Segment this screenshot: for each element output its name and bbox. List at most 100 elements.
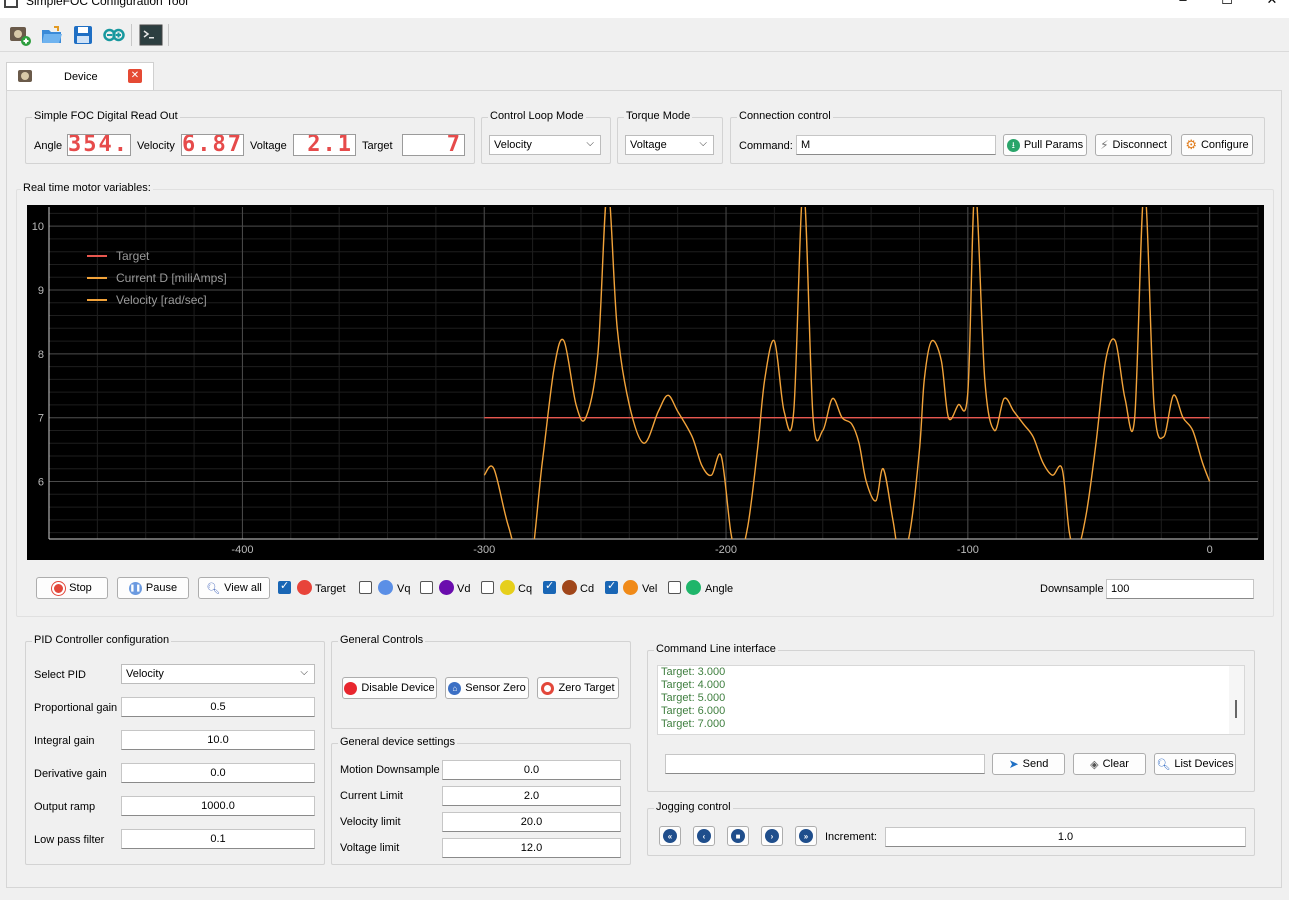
velocity-limit-input[interactable]: 20.0	[442, 812, 621, 832]
chevron-down-icon: ⌵	[300, 667, 308, 678]
save-button[interactable]	[71, 23, 95, 47]
torque-mode-select[interactable]: Voltage ⌵	[625, 135, 714, 155]
list-devices-button[interactable]: 🔍︎ List Devices	[1154, 753, 1236, 775]
jog-fast-forward-button[interactable]: »	[795, 826, 817, 846]
current-limit-input[interactable]: 2.0	[442, 786, 621, 806]
select-pid-dropdown[interactable]: Velocity ⌵	[121, 664, 315, 684]
arduino-button[interactable]	[102, 23, 126, 47]
sensor-zero-label: Sensor Zero	[465, 682, 526, 694]
send-button[interactable]: ➤ Send	[992, 753, 1065, 775]
y-tick-label: 10	[32, 221, 44, 233]
target-label: Target	[362, 140, 393, 152]
title-bar: SimpleFOC Configuration Tool – ☐ ✕	[0, 0, 1289, 18]
vd-signal-label: Vd	[457, 583, 471, 595]
vq-color-dot	[378, 580, 393, 595]
stop-label: Stop	[69, 582, 92, 594]
jog-stop-button[interactable]: ■	[727, 826, 749, 846]
select-pid-label: Select PID	[34, 669, 86, 681]
realtime-plot[interactable]: -400 -300 -200 -100 0 10 9 8 7 6 Target Current D […	[27, 205, 1264, 560]
velocity-display: 6.874	[181, 134, 244, 156]
toolbar	[0, 18, 1289, 52]
downsample-input[interactable]: 100	[1106, 579, 1254, 599]
jog-back-button[interactable]: ‹	[693, 826, 715, 846]
angle-checkbox[interactable]	[668, 581, 681, 594]
sensor-zero-button[interactable]: ⌂ Sensor Zero	[445, 677, 529, 699]
configure-button[interactable]: ⚙ Configure	[1181, 134, 1253, 156]
disconnect-button[interactable]: ⚡ Disconnect	[1095, 134, 1172, 156]
increment-input[interactable]: 1.0	[885, 827, 1246, 847]
jog-forward-button[interactable]: ›	[761, 826, 783, 846]
close-window-button[interactable]: ✕	[1252, 0, 1289, 14]
select-pid-value: Velocity	[126, 668, 164, 680]
legend-label: Current D [miliAmps]	[116, 271, 227, 285]
chevron-down-icon: ⌵	[586, 138, 594, 149]
view-all-label: View all	[224, 582, 262, 594]
minimize-button[interactable]: –	[1163, 0, 1203, 14]
low-pass-input[interactable]: 0.1	[121, 829, 315, 849]
angle-signal-label: Angle	[705, 583, 734, 595]
d-gain-input[interactable]: 0.0	[121, 763, 315, 783]
zero-target-button[interactable]: Zero Target	[537, 677, 619, 699]
window-title: SimpleFOC Configuration Tool	[26, 0, 188, 8]
torque-mode-value: Voltage	[630, 139, 667, 151]
digital-readout-title: Simple FOC Digital Read Out	[32, 110, 180, 122]
back-icon: ‹	[697, 829, 711, 843]
clear-button[interactable]: ◈ Clear	[1073, 753, 1146, 775]
plug-icon: ⚡	[1100, 138, 1109, 152]
cli-input[interactable]	[665, 754, 985, 774]
disable-device-button[interactable]: Disable Device	[342, 677, 437, 699]
stop-button[interactable]: Stop	[36, 577, 108, 599]
cli-line: Target: 6.000	[661, 705, 726, 717]
close-tab-icon[interactable]: ✕	[128, 69, 142, 83]
jog-fast-back-button[interactable]: «	[659, 826, 681, 846]
send-icon: ➤	[1008, 757, 1019, 771]
pull-params-button[interactable]: ⭳ Pull Params	[1003, 134, 1087, 156]
open-button[interactable]	[40, 23, 64, 47]
view-all-button[interactable]: 🔍︎ View all	[198, 577, 270, 599]
zoom-icon: 🔍︎	[206, 582, 221, 595]
cd-color-dot	[562, 580, 577, 595]
downsample-label: Downsample	[1040, 583, 1104, 595]
plot-group-title: Real time motor variables:	[21, 182, 153, 194]
p-gain-input[interactable]: 0.5	[121, 697, 315, 717]
cli-line: Target: 5.000	[661, 692, 726, 704]
tab-label: Device	[64, 71, 98, 83]
terminal-button[interactable]	[139, 23, 163, 47]
add-device-button[interactable]	[8, 23, 32, 47]
output-ramp-input[interactable]: 1000.0	[121, 796, 315, 816]
vel-signal-label: Vel	[642, 583, 658, 595]
control-loop-select[interactable]: Velocity ⌵	[489, 135, 601, 155]
target-checkbox[interactable]	[278, 579, 291, 594]
motion-downsample-input[interactable]: 0.0	[442, 760, 621, 780]
pull-params-label: Pull Params	[1023, 139, 1084, 151]
pause-icon: ❚❚	[128, 581, 142, 595]
maximize-button[interactable]: ☐	[1207, 0, 1247, 14]
connection-title: Connection control	[737, 110, 833, 122]
cq-checkbox[interactable]	[481, 581, 494, 594]
output-ramp-label: Output ramp	[34, 801, 96, 813]
target-signal-label: Target	[315, 583, 346, 595]
x-tick-label: 0	[1207, 544, 1213, 556]
cli-scrollbar[interactable]	[1229, 666, 1244, 734]
tab-device[interactable]: Device ✕	[6, 62, 154, 92]
command-input[interactable]: M	[796, 135, 996, 155]
i-gain-input[interactable]: 10.0	[121, 730, 315, 750]
x-tick-label: -100	[957, 544, 979, 556]
cd-checkbox[interactable]	[543, 579, 556, 594]
angle-label: Angle	[34, 140, 63, 152]
vq-checkbox[interactable]	[359, 581, 372, 594]
clear-label: Clear	[1102, 758, 1129, 770]
pause-button[interactable]: ❚❚ Pause	[117, 577, 189, 599]
voltage-limit-input[interactable]: 12.0	[442, 838, 621, 858]
pause-label: Pause	[145, 582, 178, 594]
velocity-limit-label: Velocity limit	[340, 816, 401, 828]
configure-label: Configure	[1200, 139, 1249, 151]
vd-checkbox[interactable]	[420, 581, 433, 594]
home-icon: ⌂	[448, 681, 462, 695]
open-folder-icon	[42, 26, 62, 43]
cli-scroll-thumb[interactable]	[1235, 700, 1237, 718]
command-label: Command:	[739, 140, 793, 152]
cli-title: Command Line interface	[654, 643, 778, 655]
cli-output[interactable]: Target: 3.000 Target: 4.000 Target: 5.00…	[657, 665, 1245, 735]
vel-checkbox[interactable]	[605, 579, 618, 594]
